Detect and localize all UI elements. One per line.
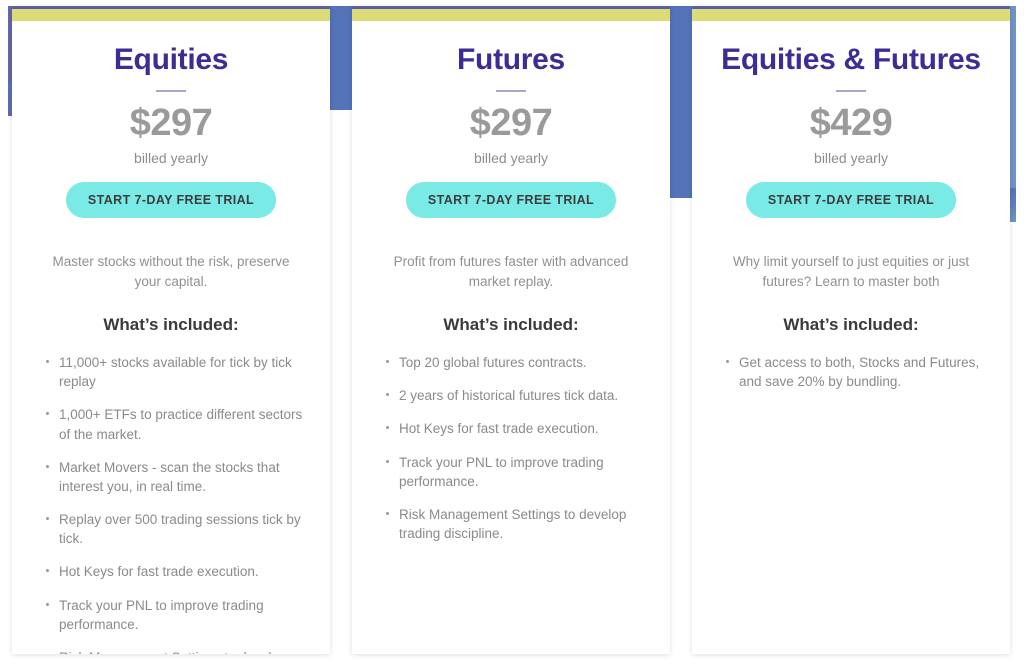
start-free-trial-button[interactable]: START 7-DAY FREE TRIAL [405, 182, 617, 218]
start-free-trial-button[interactable]: START 7-DAY FREE TRIAL [65, 182, 277, 218]
card-body: Equities $297 billed yearly START 7-DAY … [12, 43, 330, 654]
card-body: Equities & Futures $429 billed yearly ST… [692, 43, 1010, 391]
card-top-accent-bar [692, 9, 1010, 21]
plan-billing-period: billed yearly [474, 150, 548, 166]
plan-tagline: Why limit yourself to just equities or j… [732, 254, 970, 289]
list-item: 2 years of historical futures tick data. [386, 386, 646, 405]
pricing-page: Equities $297 billed yearly START 7-DAY … [0, 0, 1024, 668]
card-top-accent-bar [12, 9, 330, 21]
whats-included-heading: What’s included: [103, 315, 239, 335]
accent-fade [670, 164, 694, 198]
plan-price: $297 [469, 102, 553, 144]
plan-billing-period: billed yearly [134, 150, 208, 166]
whats-included-heading: What’s included: [443, 315, 579, 335]
list-item: Hot Keys for fast trade execution. [46, 562, 306, 581]
pricing-card-equities-and-futures: Equities & Futures $429 billed yearly ST… [692, 6, 1010, 654]
card-top-accent-bar [352, 9, 670, 21]
card-body: Futures $297 billed yearly START 7-DAY F… [352, 43, 670, 543]
list-item: Replay over 500 trading sessions tick by… [46, 510, 306, 548]
list-item: 1,000+ ETFs to practice different sector… [46, 405, 306, 443]
plan-billing-period: billed yearly [814, 150, 888, 166]
list-item: Track your PNL to improve trading perfor… [386, 453, 646, 491]
list-item: 11,000+ stocks available for tick by tic… [46, 353, 306, 391]
pricing-card-futures: Futures $297 billed yearly START 7-DAY F… [352, 6, 670, 654]
start-free-trial-button[interactable]: START 7-DAY FREE TRIAL [745, 182, 957, 218]
plan-tagline: Profit from futures faster with advanced… [393, 254, 629, 289]
whats-included-heading: What’s included: [783, 315, 919, 335]
page-background-footer [0, 656, 1024, 668]
plan-tagline: Master stocks without the risk, preserve… [52, 254, 290, 289]
feature-list: 11,000+ stocks available for tick by tic… [34, 353, 308, 654]
list-item: Top 20 global futures contracts. [386, 353, 646, 372]
title-divider [836, 90, 866, 92]
list-item: Market Movers - scan the stocks that int… [46, 458, 306, 496]
title-divider [156, 90, 186, 92]
plan-title: Equities & Futures [721, 43, 981, 76]
title-divider [496, 90, 526, 92]
list-item: Get access to both, Stocks and Futures, … [726, 353, 986, 391]
plan-price: $429 [809, 102, 893, 144]
plan-title: Futures [457, 43, 565, 76]
list-item: Hot Keys for fast trade execution. [386, 419, 646, 438]
feature-list: Get access to both, Stocks and Futures, … [714, 353, 988, 391]
list-item: Track your PNL to improve trading perfor… [46, 596, 306, 634]
list-item: Risk Management Settings to develop trad… [386, 505, 646, 543]
feature-list: Top 20 global futures contracts. 2 years… [374, 353, 648, 543]
plan-title: Equities [113, 43, 229, 76]
decorative-accent-bar-2 [670, 6, 694, 198]
accent-fade [330, 76, 354, 110]
decorative-accent-bar-1 [330, 6, 354, 110]
pricing-card-equities: Equities $297 billed yearly START 7-DAY … [12, 6, 330, 654]
list-item: Risk Management Settings to develop trad… [46, 648, 306, 654]
plan-price: $297 [129, 102, 213, 144]
